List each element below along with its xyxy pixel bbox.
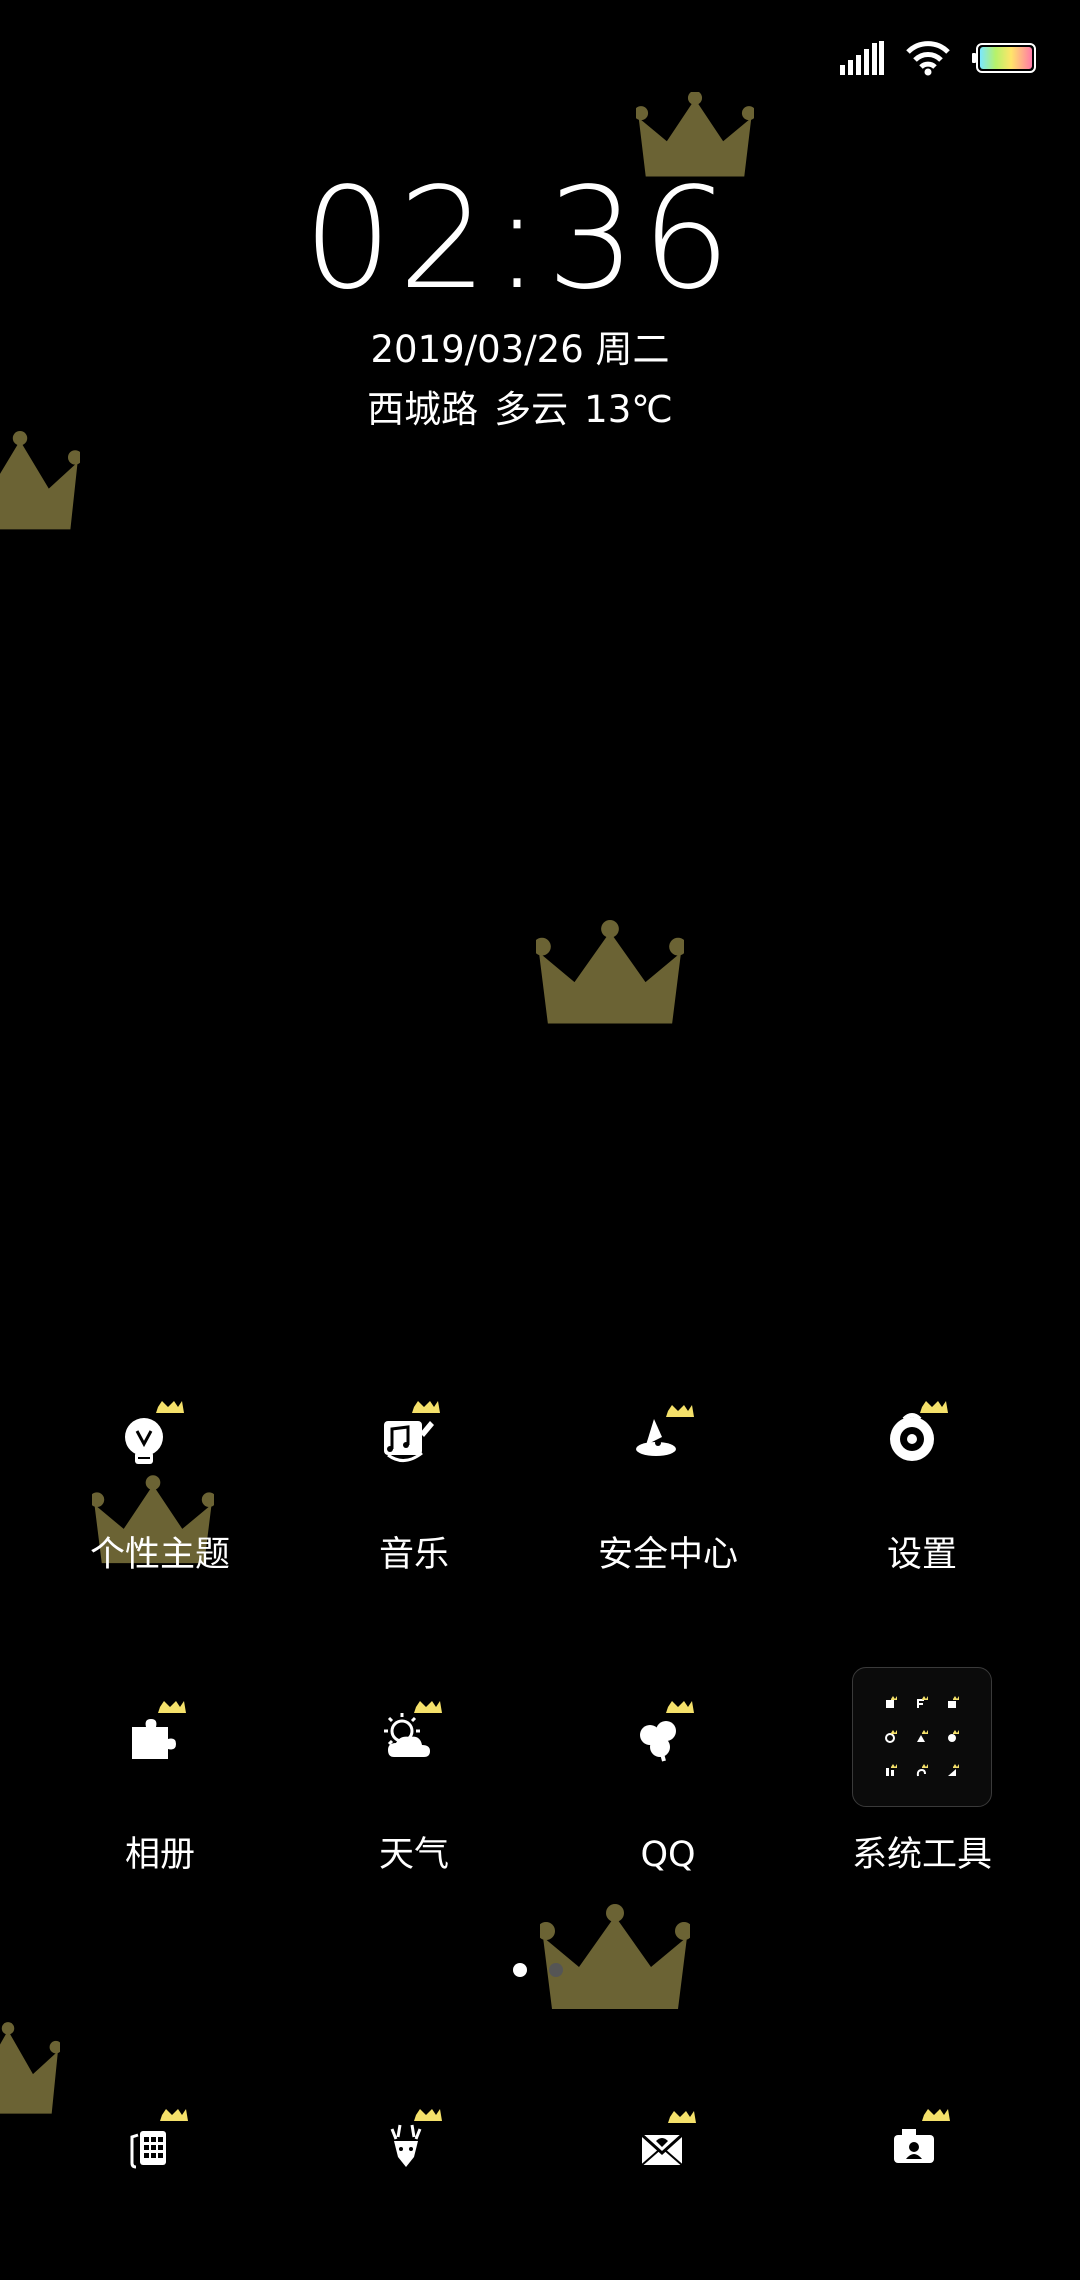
deer-crown-icon[interactable]: [374, 2105, 454, 2185]
app-label: 系统工具: [851, 1835, 992, 1875]
dock-phone[interactable]: [90, 2075, 230, 2215]
wallpaper-crown-icon: [0, 2022, 60, 2114]
mini-app-icon: [906, 1754, 937, 1788]
weather-crown-icon[interactable]: [344, 1667, 484, 1807]
music-crown-icon[interactable]: [344, 1367, 484, 1507]
app-weather[interactable]: 天气: [289, 1667, 539, 1877]
app-security[interactable]: 安全中心: [543, 1367, 793, 1577]
app-label: 安全中心: [597, 1535, 738, 1575]
folder-preview: [852, 1667, 992, 1807]
mini-app-icon: [875, 1720, 906, 1754]
status-bar: [840, 30, 1036, 86]
weather-info[interactable]: 西城路 多云 13℃: [0, 382, 1040, 438]
app-label: 个性主题: [89, 1535, 230, 1575]
dock-contacts[interactable]: [344, 2075, 484, 2215]
folder-icon[interactable]: [852, 1667, 992, 1807]
clock-time[interactable]: 02:36: [0, 160, 1040, 320]
clover-crown-icon[interactable]: [598, 1667, 738, 1807]
home-screen: 02:36 2019/03/26 周二 西城路 多云 13℃ 个性主题 音乐 安…: [0, 0, 1080, 2280]
clock-widget[interactable]: 02:36 2019/03/26 周二 西城路 多云 13℃: [0, 160, 1040, 438]
app-label: 音乐: [378, 1535, 449, 1575]
app-theme[interactable]: 个性主题: [35, 1367, 285, 1577]
dock-camera[interactable]: [852, 2075, 992, 2215]
weather-temperature: 13℃: [584, 388, 673, 431]
page-indicator[interactable]: [513, 1963, 563, 1977]
settings-crown-icon[interactable]: [852, 1367, 992, 1507]
app-label: 相册: [124, 1835, 195, 1875]
app-label: 天气: [378, 1835, 449, 1875]
signal-icon: [840, 41, 884, 75]
wallpaper-crown-icon: [536, 920, 684, 1024]
mini-app-icon: [938, 1686, 969, 1720]
wallpaper-crown-icon: [0, 431, 80, 530]
mail-crown-icon[interactable]: [628, 2105, 708, 2185]
app-label: QQ: [640, 1835, 696, 1875]
wifi-icon: [906, 41, 950, 76]
app-settings[interactable]: 设置: [797, 1367, 1047, 1577]
mini-app-icon: [906, 1720, 937, 1754]
app-qq[interactable]: QQ: [543, 1667, 793, 1877]
page-dot[interactable]: [549, 1963, 563, 1977]
dock-messages[interactable]: [598, 2075, 738, 2215]
app-music[interactable]: 音乐: [289, 1367, 539, 1577]
app-gallery[interactable]: 相册: [35, 1667, 285, 1877]
phone-crown-icon[interactable]: [120, 2105, 200, 2185]
clock-date: 2019/03/26 周二: [370, 328, 670, 371]
page-dot-active[interactable]: [513, 1963, 527, 1977]
mini-app-icon: [938, 1754, 969, 1788]
app-label: 设置: [886, 1535, 957, 1575]
weather-condition: 多云: [494, 388, 569, 431]
lightbulb-crown-icon[interactable]: [90, 1367, 230, 1507]
mini-app-icon: [875, 1686, 906, 1720]
battery-icon: [972, 43, 1036, 73]
mini-app-icon: [938, 1720, 969, 1754]
security-crown-icon[interactable]: [598, 1367, 738, 1507]
mini-app-icon: [906, 1686, 937, 1720]
folder-system-tools[interactable]: 系统工具: [797, 1667, 1047, 1877]
contacts-crown-icon[interactable]: [882, 2105, 962, 2185]
mini-app-icon: [875, 1754, 906, 1788]
weather-location: 西城路: [367, 388, 479, 431]
wallpaper-crown-icon: [540, 1904, 690, 2009]
puzzle-crown-icon[interactable]: [90, 1667, 230, 1807]
